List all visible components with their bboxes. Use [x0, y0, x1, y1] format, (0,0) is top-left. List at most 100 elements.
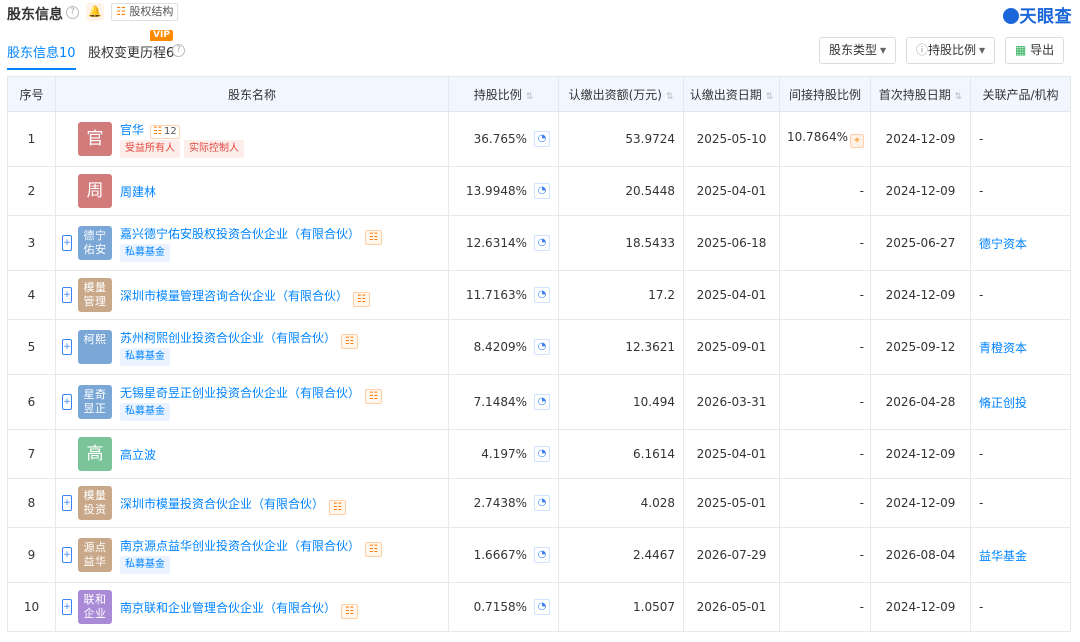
equity-structure-icon[interactable]: ☷: [365, 230, 383, 245]
first-date-cell: 2024-12-09: [870, 270, 971, 320]
equity-structure-icon[interactable]: ☷: [341, 334, 359, 349]
first-date-cell: 2025-06-27: [870, 215, 971, 271]
pie-chart-icon[interactable]: ◔: [534, 495, 550, 511]
pie-chart-icon[interactable]: ◔: [534, 394, 550, 410]
pie-chart-icon[interactable]: ◔: [534, 287, 550, 303]
row-index: 7: [7, 429, 56, 479]
shareholder-name[interactable]: 无锡星奇昱正创业投资合伙企业（有限合伙）: [120, 386, 360, 400]
export-button[interactable]: ▦ 导出: [1005, 37, 1065, 64]
expand-icon[interactable]: +: [62, 547, 72, 563]
indirect-cell: -: [779, 527, 871, 583]
table-row: 10 + 联和 企业 南京联和企业管理合伙企业（有限合伙） ☷ 0.7158% ◔ 1.0507…: [7, 582, 1071, 632]
avatar: 模量 管理: [78, 278, 112, 312]
avatar-text: 德宁 佑安: [83, 229, 107, 256]
first-date-cell: 2026-08-04: [870, 527, 971, 583]
ratio-value: 13.9948%: [465, 184, 527, 198]
col-date[interactable]: 认缴出资日期 ⇅: [683, 76, 780, 112]
shareholder-name[interactable]: 高立波: [120, 448, 156, 462]
expand-icon[interactable]: +: [62, 235, 72, 251]
avatar-text: 联和 企业: [83, 593, 107, 620]
first-date-cell: 2024-12-09: [870, 111, 971, 167]
shareholder-name[interactable]: 南京源点益华创业投资合伙企业（有限合伙）: [120, 539, 360, 553]
date-cell: 2026-05-01: [683, 582, 780, 632]
related-cell[interactable]: 益华基金: [970, 527, 1071, 583]
tag: 私募基金: [120, 348, 170, 366]
shareholder-name[interactable]: 深圳市模量管理咨询合伙企业（有限合伙）: [120, 289, 348, 303]
equity-structure-icon[interactable]: ☷: [365, 542, 383, 557]
indirect-cell: -: [779, 319, 871, 375]
avatar: 高: [78, 437, 112, 471]
indirect-value: -: [859, 548, 864, 562]
tab-equity-history-label: 股权变更历程: [88, 46, 167, 61]
shareholder-name[interactable]: 官华: [120, 123, 144, 137]
expand-icon[interactable]: +: [62, 599, 72, 615]
pie-chart-icon[interactable]: ◔: [534, 131, 550, 147]
avatar: 周: [78, 174, 112, 208]
shareholder-name[interactable]: 周建林: [120, 185, 156, 199]
row-index: 8: [7, 478, 56, 528]
shareholder-name-line: 深圳市模量投资合伙企业（有限合伙） ☷: [120, 495, 347, 515]
pie-chart-icon[interactable]: ◔: [534, 446, 550, 462]
pie-chart-icon[interactable]: ◔: [534, 599, 550, 615]
ratio-filter[interactable]: ⓘ持股比例 ▼: [906, 37, 996, 64]
help-icon[interactable]: ?: [66, 6, 79, 19]
shareholder-type-filter[interactable]: 股东类型 ▼: [819, 37, 897, 64]
col-first-date[interactable]: 首次持股日期 ⇅: [870, 76, 971, 112]
tab-shareholders[interactable]: 股东信息10: [7, 42, 76, 70]
equity-structure-icon[interactable]: ☷: [353, 292, 371, 307]
expand-icon[interactable]: +: [62, 394, 72, 410]
col-ratio[interactable]: 持股比例 ⇅: [448, 76, 559, 112]
shareholder-table: 序号 股东名称 持股比例 ⇅ 认缴出资额(万元) ⇅ 认缴出资日期 ⇅ 间接持股…: [7, 76, 1071, 632]
expand-icon[interactable]: +: [62, 339, 72, 355]
pie-chart-icon[interactable]: ◔: [534, 235, 550, 251]
ratio-value: 2.7438%: [473, 496, 527, 510]
avatar-text: 柯熙: [83, 333, 107, 346]
table-row: 6 + 星奇 昱正 无锡星奇昱正创业投资合伙企业（有限合伙） ☷ 私募基金 7.1484% ◔ 1…: [7, 374, 1071, 430]
table-row: 7 高 高立波 4.197% ◔ 6.1614 2025-04-01 -2024-12-09-: [7, 429, 1071, 479]
equity-structure-button[interactable]: ☷ 股权结构: [111, 3, 179, 21]
ratio-value: 8.4209%: [473, 340, 527, 354]
table-row: 9 + 源点 益华 南京源点益华创业投资合伙企业（有限合伙） ☷ 私募基金 1.6667% ◔ 2…: [7, 527, 1071, 583]
shareholder-name-line: 苏州柯熙创业投资合伙企业（有限合伙） ☷: [120, 329, 359, 349]
shareholder-name[interactable]: 嘉兴德宁佑安股权投资合伙企业（有限合伙）: [120, 227, 360, 241]
pie-chart-icon[interactable]: ◔: [534, 183, 550, 199]
equity-structure-icon[interactable]: ☷: [329, 500, 347, 515]
shareholder-name[interactable]: 苏州柯熙创业投资合伙企业（有限合伙）: [120, 331, 336, 345]
ratio-value: 11.7163%: [465, 288, 527, 302]
pie-chart-icon[interactable]: ◔: [534, 339, 550, 355]
shareholder-name[interactable]: 南京联和企业管理合伙企业（有限合伙）: [120, 601, 336, 615]
expand-icon[interactable]: +: [62, 495, 72, 511]
equity-structure-icon[interactable]: ☷: [341, 604, 359, 619]
expand-icon[interactable]: +: [62, 287, 72, 303]
avatar: 柯熙: [78, 330, 112, 364]
row-index: 9: [7, 527, 56, 583]
indirect-cell: -: [779, 270, 871, 320]
indirect-cell: -: [779, 166, 871, 216]
vip-badge: VIP: [150, 30, 173, 41]
ratio-value: 36.765%: [473, 132, 527, 146]
help-icon[interactable]: ?: [172, 44, 185, 57]
tab-shareholders-count: 10: [59, 46, 76, 61]
control-count-badge[interactable]: ☷ 12: [150, 125, 180, 139]
shareholder-cell: 官官华 ☷ 12 受益所有人 实际控制人: [55, 111, 449, 167]
related-cell[interactable]: 青橙资本: [970, 319, 1071, 375]
indirect-value: -: [859, 340, 864, 354]
col-capital[interactable]: 认缴出资额(万元) ⇅: [558, 76, 684, 112]
indirect-cell: -: [779, 429, 871, 479]
bell-icon[interactable]: 🔔: [86, 3, 104, 21]
tab-equity-history[interactable]: 股权变更历程6: [88, 42, 174, 61]
capital-cell: 4.028: [558, 478, 684, 528]
col-indirect: 间接持股比例: [779, 76, 871, 112]
shareholder-name[interactable]: 深圳市模量投资合伙企业（有限合伙）: [120, 497, 324, 511]
row-index: 6: [7, 374, 56, 430]
shareholder-cell: + 模量 管理 深圳市模量管理咨询合伙企业（有限合伙） ☷: [55, 270, 449, 320]
shareholder-type-label: 股东类型: [829, 43, 878, 57]
equity-structure-icon[interactable]: ☷: [365, 389, 383, 404]
shareholder-name-line: 嘉兴德宁佑安股权投资合伙企业（有限合伙） ☷: [120, 225, 383, 245]
penetration-icon[interactable]: ⌖: [850, 134, 864, 148]
pie-chart-icon[interactable]: ◔: [534, 547, 550, 563]
related-cell: -: [970, 582, 1071, 632]
indirect-value: -: [859, 288, 864, 302]
related-cell[interactable]: 脩正创投: [970, 374, 1071, 430]
related-cell[interactable]: 德宁资本: [970, 215, 1071, 271]
